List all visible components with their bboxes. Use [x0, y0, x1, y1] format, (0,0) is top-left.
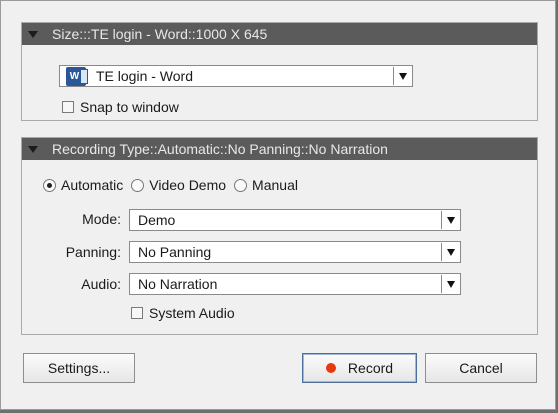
radio-video-demo[interactable]: Video Demo [131, 177, 226, 193]
record-button[interactable]: Record [302, 353, 417, 383]
snap-to-window-checkbox[interactable]: Snap to window [62, 99, 179, 115]
audio-label: Audio: [81, 276, 121, 292]
radio-automatic[interactable]: Automatic [43, 177, 123, 193]
snap-checkbox-box[interactable] [62, 101, 74, 113]
record-dot-icon [325, 363, 336, 373]
recording-type-radios: Automatic Video Demo Manual [43, 177, 306, 193]
radio-dot-icon[interactable] [234, 178, 248, 192]
radio-automatic-label: Automatic [61, 177, 124, 193]
size-panel-title: Size:::TE login - Word::1000 X 645 [52, 26, 268, 42]
chevron-down-icon[interactable] [441, 211, 460, 229]
recording-panel-title: Recording Type::Automatic::No Panning::N… [52, 141, 388, 157]
collapse-triangle-icon[interactable] [28, 31, 38, 38]
chevron-down-icon[interactable] [393, 67, 412, 85]
cancel-button[interactable]: Cancel [425, 353, 537, 383]
snap-label: Snap to window [80, 99, 179, 115]
mode-select-value: Demo [138, 212, 176, 228]
recording-panel: Recording Type::Automatic::No Panning::N… [21, 137, 538, 335]
audio-select-value: No Narration [138, 276, 218, 292]
window-select[interactable]: W TE login - Word [59, 65, 413, 87]
recording-panel-header[interactable]: Recording Type::Automatic::No Panning::N… [22, 138, 537, 160]
settings-button-label: Settings... [47, 360, 111, 376]
panning-select[interactable]: No Panning [129, 241, 461, 263]
system-audio-label: System Audio [149, 305, 235, 321]
mode-label: Mode: [82, 211, 121, 227]
collapse-triangle-icon[interactable] [28, 146, 38, 153]
recording-dialog: Size:::TE login - Word::1000 X 645 W TE … [0, 0, 556, 410]
chevron-down-icon[interactable] [441, 275, 460, 293]
window-select-value: TE login - Word [96, 68, 193, 84]
size-panel-header[interactable]: Size:::TE login - Word::1000 X 645 [22, 23, 537, 45]
word-icon: W [66, 66, 88, 86]
radio-dot-icon[interactable] [43, 178, 56, 192]
audio-select[interactable]: No Narration [129, 273, 461, 295]
system-audio-checkbox[interactable]: System Audio [131, 305, 235, 321]
panning-select-value: No Panning [138, 244, 212, 260]
mode-select[interactable]: Demo [129, 209, 461, 231]
settings-button[interactable]: Settings... [23, 353, 135, 383]
system-audio-checkbox-box[interactable] [131, 307, 143, 319]
record-button-label: Record [347, 360, 394, 376]
radio-video-demo-label: Video Demo [149, 177, 227, 193]
radio-dot-icon[interactable] [131, 178, 145, 192]
radio-manual-label: Manual [252, 177, 298, 193]
cancel-button-label: Cancel [459, 360, 503, 376]
radio-manual[interactable]: Manual [234, 177, 298, 193]
chevron-down-icon[interactable] [441, 243, 460, 261]
panning-label: Panning: [65, 244, 121, 260]
